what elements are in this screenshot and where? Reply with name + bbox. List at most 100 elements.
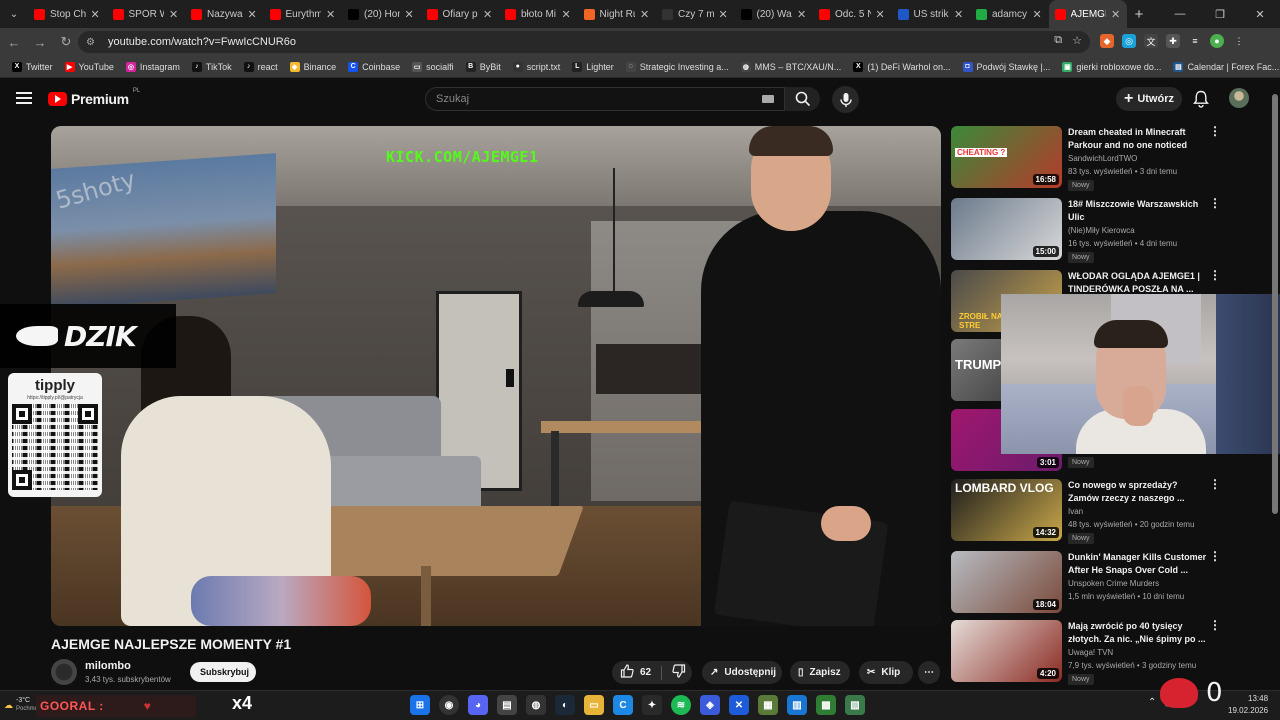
keyboard-icon[interactable] bbox=[762, 95, 774, 103]
bookmark-item[interactable]: ◆ Binance bbox=[284, 61, 343, 72]
app-icon-3[interactable]: ✕ bbox=[729, 695, 749, 715]
discord-icon[interactable]: ◕ bbox=[468, 695, 488, 715]
obs-icon[interactable]: ◍ bbox=[526, 695, 546, 715]
spotify-icon[interactable]: ≋ bbox=[671, 695, 691, 715]
more-actions-button[interactable]: ⋯ bbox=[918, 661, 940, 684]
tab-close-icon[interactable]: ✕ bbox=[91, 8, 101, 21]
video-channel[interactable]: Unspoken Crime Murders bbox=[1068, 579, 1159, 588]
maximize-icon[interactable]: ❐ bbox=[1200, 0, 1240, 28]
video-title[interactable]: Mają zwrócić po 40 tysięcy złotych. Za n… bbox=[1068, 620, 1208, 646]
browser-tab[interactable]: Night Ru ✕ bbox=[578, 0, 657, 28]
bookmark-item[interactable]: X Twitter bbox=[6, 61, 59, 72]
video-options-icon[interactable]: ⋮ bbox=[1209, 125, 1221, 137]
app-icon-5[interactable]: ▧ bbox=[845, 695, 865, 715]
tab-close-icon[interactable]: ✕ bbox=[1111, 8, 1121, 21]
bookmark-item[interactable]: ▣ gierki robloxowe do... bbox=[1056, 61, 1167, 72]
voice-search-button[interactable] bbox=[832, 86, 859, 113]
browser-tab[interactable]: (20) Wat ✕ bbox=[735, 0, 814, 28]
bookmark-item[interactable]: ◌ Strategic Investing a... bbox=[620, 61, 735, 72]
browser-tab[interactable]: AJEMGE ✕ bbox=[1048, 0, 1127, 28]
tab-close-icon[interactable]: ✕ bbox=[248, 8, 258, 21]
clip-button[interactable]: ✂ Klip bbox=[859, 661, 913, 684]
extension-translate-icon[interactable]: 文 bbox=[1144, 34, 1158, 48]
app-icon[interactable]: ▤ bbox=[497, 695, 517, 715]
video-thumbnail[interactable]: 14:32 LOMBARD VLOG bbox=[951, 479, 1062, 541]
bookmark-item[interactable]: ◘ Podwój Stawkę |... bbox=[957, 61, 1057, 72]
tab-close-icon[interactable]: ✕ bbox=[954, 8, 964, 21]
bookmark-item[interactable]: ▭ socialfi bbox=[406, 61, 460, 72]
file-explorer-icon[interactable]: ▭ bbox=[584, 695, 604, 715]
close-window-icon[interactable]: ✕ bbox=[1240, 0, 1280, 28]
bookmark-item[interactable]: B ByBit bbox=[460, 61, 507, 72]
video-options-icon[interactable]: ⋮ bbox=[1209, 197, 1221, 209]
bookmark-item[interactable]: ♪ TikTok bbox=[186, 61, 238, 72]
video-title[interactable]: Dream cheated in Minecraft Parkour and n… bbox=[1068, 126, 1208, 152]
browser-tab[interactable]: US strike ✕ bbox=[892, 0, 971, 28]
browser-tab[interactable]: Czy 7 mi ✕ bbox=[656, 0, 735, 28]
profile-avatar-icon[interactable]: ● bbox=[1210, 34, 1224, 48]
tab-close-icon[interactable]: ✕ bbox=[797, 8, 807, 21]
tab-close-icon[interactable]: ✕ bbox=[326, 8, 336, 21]
bookmark-item[interactable]: ◎ Instagram bbox=[120, 61, 186, 72]
dislike-icon[interactable] bbox=[672, 664, 686, 681]
recommended-video[interactable]: 16:58 CHEATING ? Dream cheated in Minecraf… bbox=[951, 125, 1221, 191]
bookmark-item[interactable]: ♪ react bbox=[238, 61, 284, 72]
bookmark-item[interactable]: ▶ YouTube bbox=[59, 61, 120, 72]
tab-close-icon[interactable]: ✕ bbox=[483, 8, 493, 21]
address-bar[interactable]: ⚙ youtube.com/watch?v=FwwIcCNUR6o ⧉ ☆ bbox=[78, 31, 1090, 53]
tab-close-icon[interactable]: ✕ bbox=[719, 8, 729, 21]
search-input[interactable]: Szukaj bbox=[425, 87, 785, 111]
bookmark-item[interactable]: C Coinbase bbox=[342, 61, 406, 72]
reload-icon[interactable]: ↻ bbox=[54, 30, 78, 54]
video-title[interactable]: Co nowego w sprzedaży? Zamów rzeczy z na… bbox=[1068, 479, 1208, 505]
browser-menu-icon[interactable]: ⋮ bbox=[1232, 34, 1246, 48]
bookmark-star-icon[interactable]: ☆ bbox=[1072, 34, 1082, 47]
save-button[interactable]: ▯ Zapisz bbox=[790, 661, 850, 684]
tab-close-icon[interactable]: ✕ bbox=[640, 8, 650, 21]
forward-icon[interactable]: → bbox=[28, 30, 52, 54]
extensions-puzzle-icon[interactable]: ✚ bbox=[1166, 34, 1180, 48]
tab-close-icon[interactable]: ✕ bbox=[1033, 8, 1043, 21]
video-options-icon[interactable]: ⋮ bbox=[1209, 269, 1221, 281]
steam-icon[interactable]: ◐ bbox=[555, 695, 575, 715]
system-clock[interactable]: 13:48 19.02.2026 bbox=[1228, 693, 1268, 717]
subscribe-button[interactable]: Subskrybuj bbox=[190, 662, 256, 682]
extension-blue-icon[interactable]: ◎ bbox=[1122, 34, 1136, 48]
site-info-icon[interactable]: ⚙ bbox=[86, 37, 100, 48]
video-thumbnail[interactable]: 18:04 bbox=[951, 551, 1062, 613]
browser-tab[interactable]: Eurythm ✕ bbox=[264, 0, 343, 28]
channel-name[interactable]: milombo bbox=[85, 660, 131, 672]
bookmark-item[interactable]: ◍ MMS – BTC/XAU/N... bbox=[735, 61, 848, 72]
bookmark-item[interactable]: X (1) DeFi Warhol on... bbox=[847, 61, 956, 72]
browser-tab[interactable]: adamcy ✕ bbox=[970, 0, 1049, 28]
video-channel[interactable]: (Nie)Miły Kierowca bbox=[1068, 226, 1135, 235]
browser-tab[interactable]: (20) Hom ✕ bbox=[342, 0, 421, 28]
video-channel[interactable]: Ivan bbox=[1068, 507, 1083, 516]
browser-tab[interactable]: Ofiary pi ✕ bbox=[421, 0, 500, 28]
notifications-bell-icon[interactable] bbox=[1193, 90, 1209, 113]
create-button[interactable]: + Utwórz bbox=[1116, 87, 1182, 111]
video-title[interactable]: 18# Miszczowie Warszawskich Ulic bbox=[1068, 198, 1208, 224]
video-thumbnail[interactable]: 15:00 bbox=[951, 198, 1062, 260]
search-button[interactable] bbox=[785, 87, 820, 111]
cursor-app-icon[interactable]: C bbox=[613, 695, 633, 715]
like-icon[interactable] bbox=[620, 664, 634, 681]
back-icon[interactable]: ← bbox=[2, 30, 26, 54]
video-channel[interactable]: Uwaga! TVN bbox=[1068, 648, 1113, 657]
tab-search-icon[interactable]: ⌄ bbox=[0, 0, 28, 28]
media-controls-icon[interactable]: ≡ bbox=[1188, 34, 1202, 48]
extension-fox-icon[interactable]: ◆ bbox=[1100, 34, 1114, 48]
browser-tab[interactable]: SPÓR W ✕ bbox=[107, 0, 186, 28]
tab-close-icon[interactable]: ✕ bbox=[876, 8, 886, 21]
menu-icon[interactable] bbox=[16, 92, 32, 104]
tab-close-icon[interactable]: ✕ bbox=[405, 8, 415, 21]
account-avatar[interactable] bbox=[1229, 88, 1249, 108]
browser-tab[interactable]: błoto Mi ✕ bbox=[499, 0, 578, 28]
youtube-logo[interactable]: Premium PL bbox=[48, 88, 140, 107]
channel-avatar[interactable] bbox=[51, 659, 77, 685]
like-count[interactable]: 62 bbox=[640, 667, 651, 678]
minecraft-icon[interactable]: ▩ bbox=[816, 695, 836, 715]
video-thumbnail[interactable]: 4:20 bbox=[951, 620, 1062, 682]
tab-close-icon[interactable]: ✕ bbox=[562, 8, 572, 21]
recommended-video[interactable]: 18:04 Dunkin' Manager Kills Customer Afte… bbox=[951, 550, 1221, 615]
